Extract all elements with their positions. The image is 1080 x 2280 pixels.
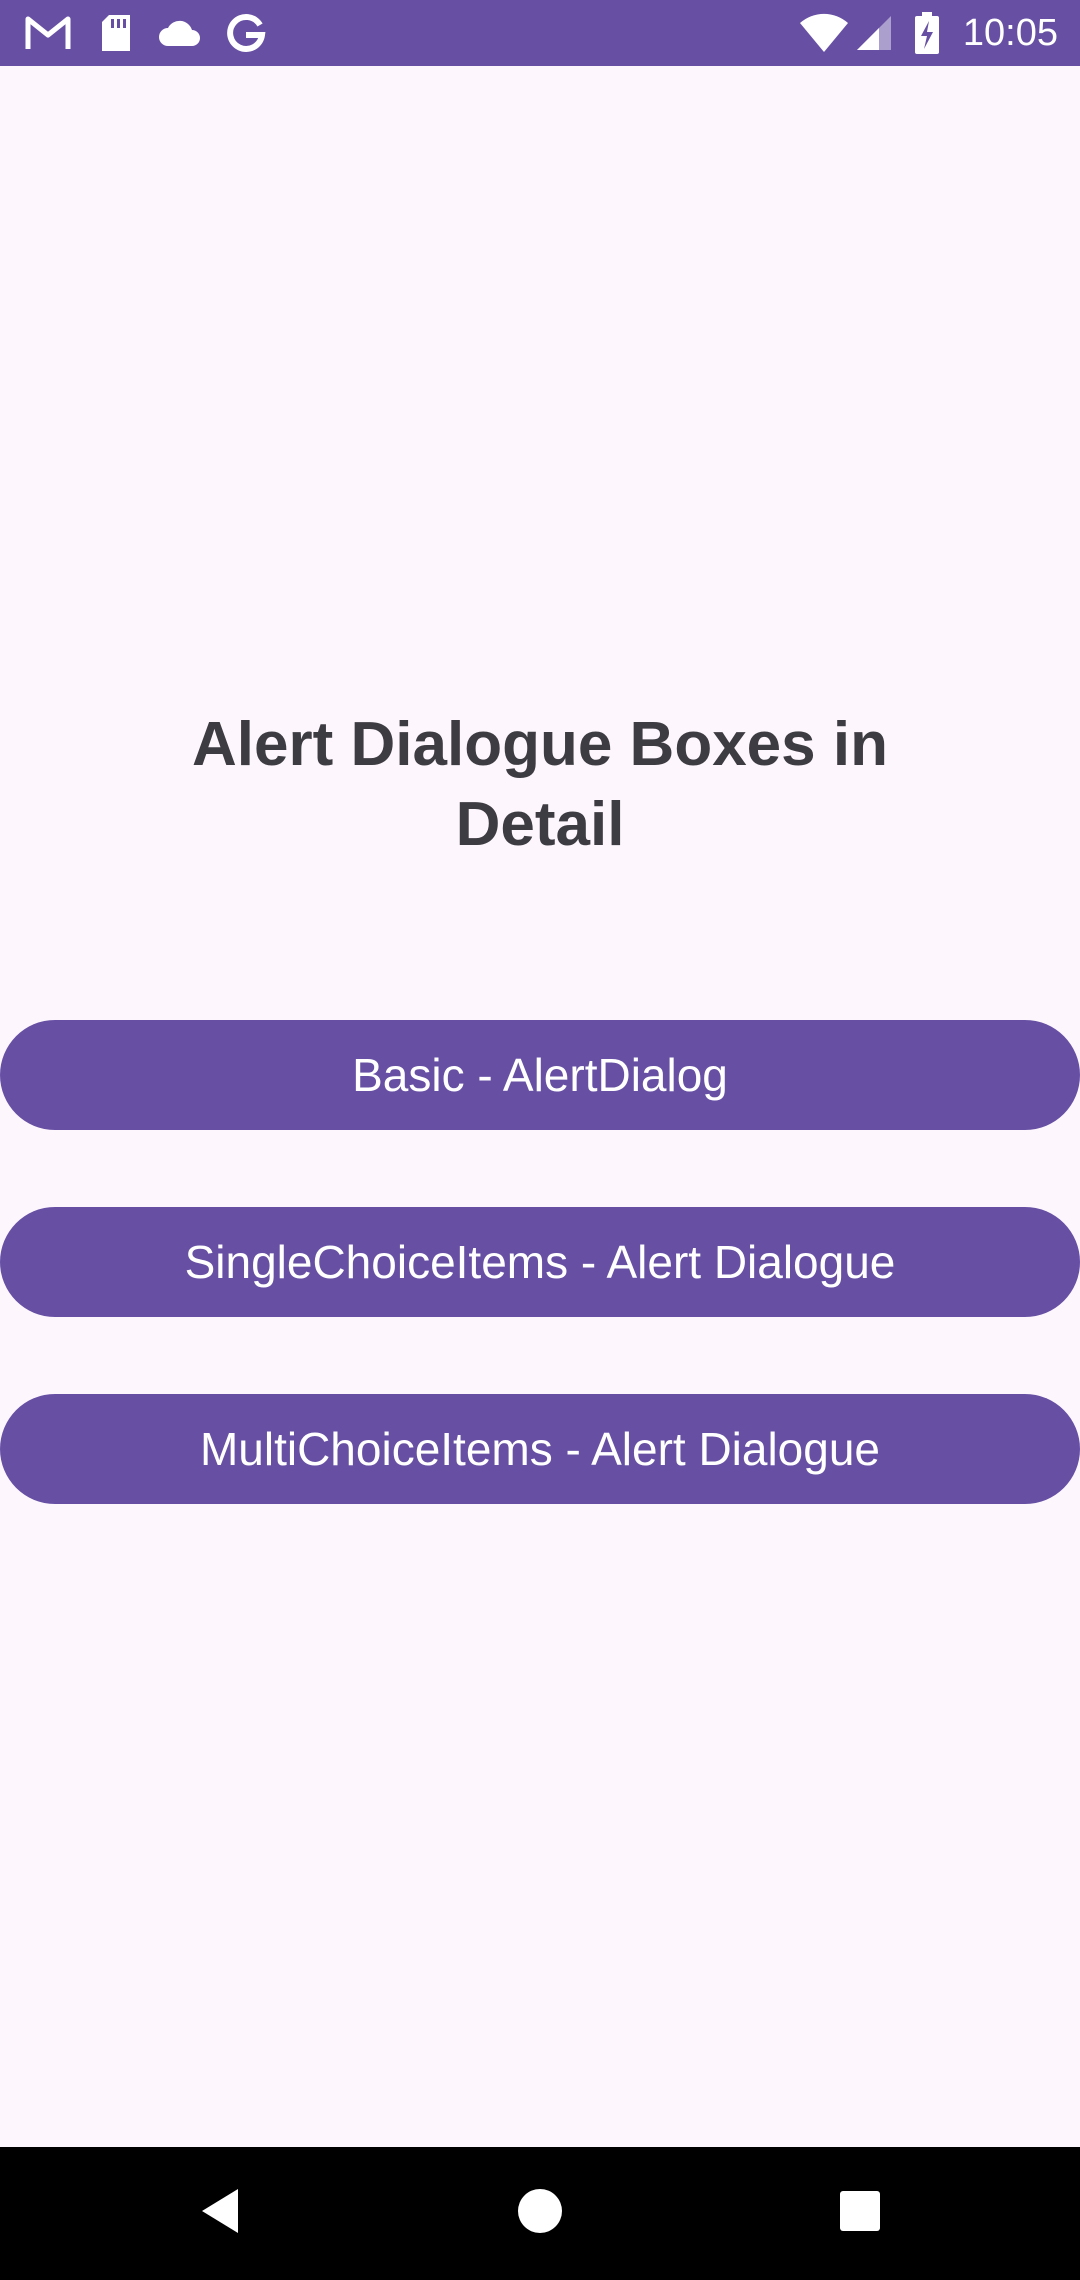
cell-signal-icon (854, 10, 894, 56)
wifi-icon (798, 10, 850, 56)
status-bar: 10:05 (0, 0, 1080, 66)
page-title: Alert Dialogue Boxes in Detail (192, 710, 888, 859)
back-button[interactable] (140, 2147, 300, 2280)
home-icon (517, 2188, 563, 2239)
sd-card-icon (96, 10, 136, 56)
status-time: 10:05 (962, 12, 1058, 54)
battery-charging-icon (910, 10, 944, 56)
google-icon (224, 10, 268, 56)
gmail-icon (24, 10, 72, 56)
navigation-bar (0, 2147, 1080, 2280)
recents-button[interactable] (780, 2147, 940, 2280)
home-button[interactable] (460, 2147, 620, 2280)
single-choice-alert-dialog-button[interactable]: SingleChoiceItems - Alert Dialogue (0, 1207, 1080, 1317)
multi-choice-alert-dialog-button[interactable]: MultiChoiceItems - Alert Dialogue (0, 1394, 1080, 1504)
basic-alert-dialog-button[interactable]: Basic - AlertDialog (0, 1020, 1080, 1130)
back-icon (198, 2187, 242, 2240)
cloud-icon (156, 10, 204, 56)
recents-icon (839, 2190, 881, 2237)
